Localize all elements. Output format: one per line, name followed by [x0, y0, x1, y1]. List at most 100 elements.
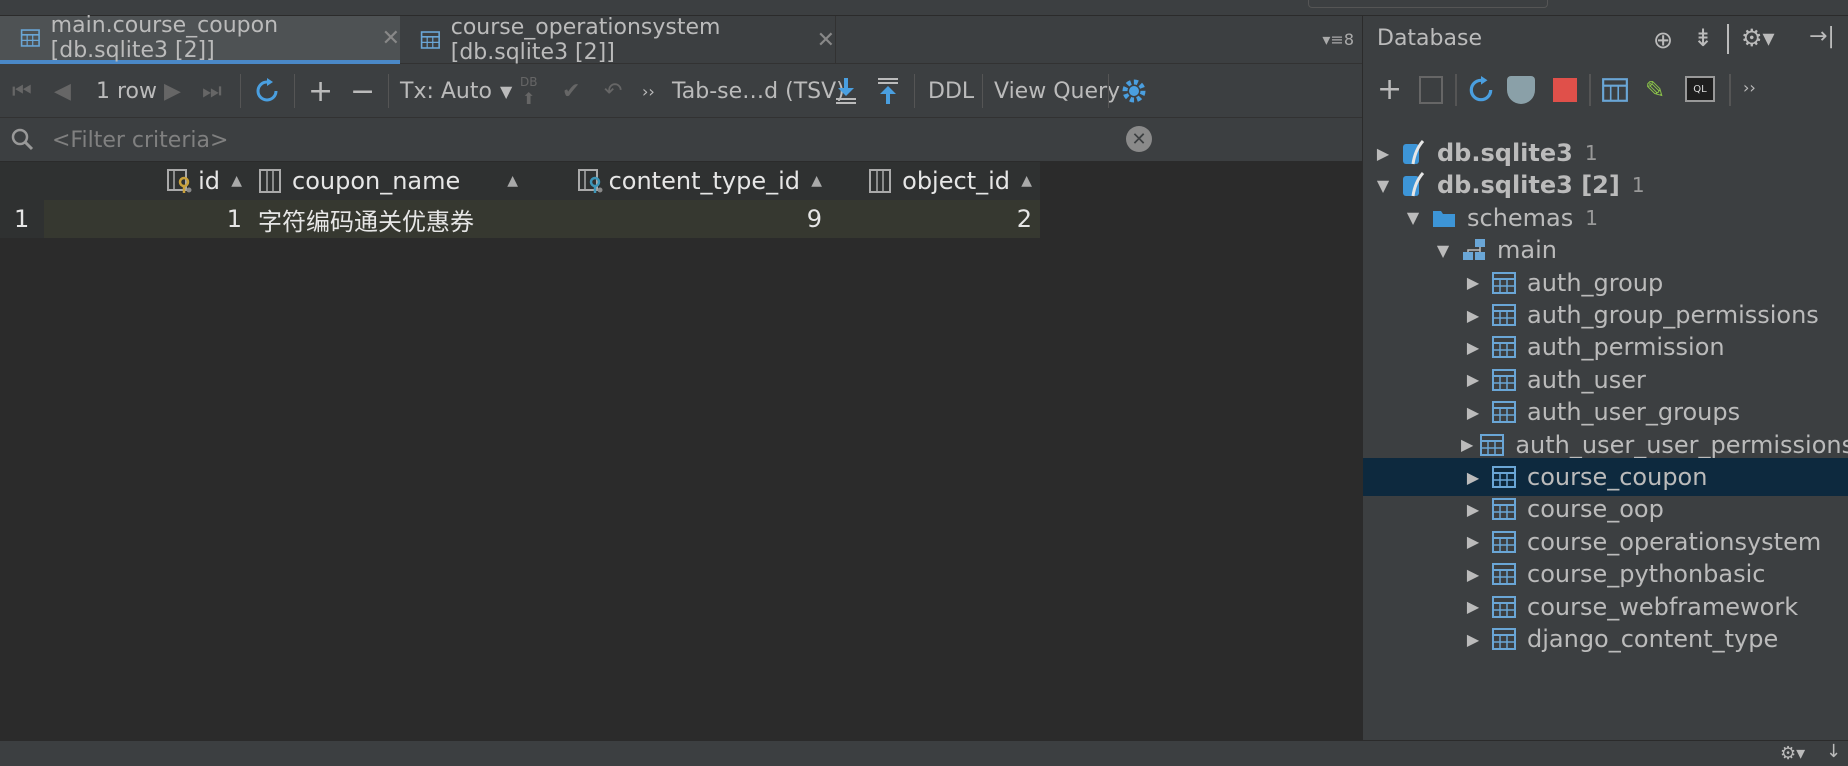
filter-criteria-input[interactable] — [52, 118, 1252, 162]
table-icon — [20, 29, 40, 47]
column-header-content-type-id[interactable]: content_type_id ▲ — [526, 162, 830, 200]
console-icon[interactable]: QL — [1685, 76, 1715, 102]
refresh-button[interactable] — [1467, 76, 1495, 110]
stop-icon[interactable] — [1553, 78, 1577, 102]
column-header-coupon-name[interactable]: coupon_name ▲ — [250, 162, 526, 200]
table-icon — [1492, 466, 1516, 488]
last-page-icon[interactable]: ⏭ — [202, 64, 222, 118]
ddl-button[interactable]: DDL — [928, 64, 974, 118]
header-separator — [1727, 24, 1729, 54]
settings-button[interactable] — [1120, 64, 1148, 118]
row-count-label[interactable]: 1 row — [96, 64, 157, 118]
chevron-down-icon[interactable]: ▼ — [1401, 208, 1425, 227]
chevron-right-icon[interactable]: ▶ — [1371, 144, 1395, 163]
chevron-right-icon[interactable]: ▶ — [1461, 597, 1485, 616]
first-page-icon[interactable]: ⏮ — [12, 64, 32, 118]
chevron-right-icon[interactable]: ▶ — [1461, 630, 1485, 649]
more-icon[interactable]: ›› — [1743, 78, 1756, 97]
chevron-down-icon[interactable]: ▼ — [1371, 176, 1395, 195]
column-icon — [869, 169, 892, 193]
table-row[interactable]: 1 1 字符编码通关优惠券 9 2 — [0, 200, 1222, 238]
table-icon — [1492, 336, 1516, 359]
view-query-button[interactable]: View Query — [994, 64, 1120, 118]
toolbar-separator — [294, 74, 295, 108]
reload-button[interactable] — [254, 64, 280, 118]
schema-sync-icon[interactable] — [1507, 76, 1535, 104]
delete-row-button[interactable]: − — [350, 64, 375, 118]
refresh-icon — [1469, 76, 1493, 102]
locate-icon[interactable]: ⊕ — [1653, 26, 1673, 54]
chevron-right-icon[interactable]: ▶ — [1461, 338, 1485, 357]
cell-coupon-name[interactable]: 字符编码通关优惠券 — [250, 200, 526, 238]
download-icon — [836, 78, 856, 104]
column-header-object-id[interactable]: object_id ▲ — [830, 162, 1040, 200]
primary-key-column-icon — [167, 169, 192, 193]
tab-overflow-button[interactable]: ▾≡8 — [1322, 30, 1354, 49]
tree-node-label: auth_group_permissions — [1527, 301, 1819, 329]
upload-icon — [878, 78, 898, 104]
tab-course-coupon[interactable]: main.course_coupon [db.sqlite3 [2]] ✕ — [0, 13, 400, 64]
table-icon — [1492, 498, 1516, 521]
chevron-down-icon[interactable]: ▼ — [1431, 241, 1455, 260]
cell-content-type-id[interactable]: 9 — [526, 200, 830, 238]
cell-object-id[interactable]: 2 — [830, 200, 1040, 238]
chevron-right-icon[interactable]: ▶ — [1461, 403, 1485, 422]
next-page-icon[interactable]: ▶ — [164, 64, 181, 118]
panel-title: Database — [1377, 26, 1482, 51]
tab-course-operationsystem[interactable]: course_operationsystem [db.sqlite3 [2]] … — [400, 15, 836, 65]
foreign-key-column-icon — [577, 169, 603, 193]
submit-changes-button[interactable]: DB ⬆ — [520, 64, 537, 118]
add-row-button[interactable]: + — [308, 64, 333, 118]
commit-icon[interactable]: ✔ — [562, 64, 580, 118]
table-icon — [1492, 530, 1516, 553]
chevron-right-icon[interactable]: ▶ — [1461, 565, 1485, 584]
tree-node-label: course_oop — [1527, 495, 1664, 524]
table-icon — [420, 31, 440, 49]
table-view-button[interactable] — [1601, 76, 1629, 110]
import-button[interactable] — [874, 64, 902, 118]
more-icon[interactable]: ›› — [642, 64, 655, 118]
gear-icon[interactable]: ⚙▾ — [1780, 743, 1805, 764]
rollback-icon[interactable]: ↶ — [604, 64, 622, 118]
chevron-right-icon[interactable]: ▶ — [1461, 435, 1473, 454]
tab-label: main.course_coupon [db.sqlite3 [2]] — [50, 13, 279, 63]
sort-icon[interactable]: ▲ — [507, 173, 518, 189]
gear-icon[interactable]: ⚙▾ — [1741, 24, 1775, 52]
chevron-right-icon[interactable]: ▶ — [1461, 306, 1485, 325]
tree-node-label: auth_user — [1527, 365, 1646, 394]
tree-node-django-content-type[interactable]: ▶ django_content_type — [1363, 620, 1848, 658]
column-name: coupon_name — [292, 167, 461, 195]
chevron-right-icon[interactable]: ▶ — [1461, 273, 1485, 292]
search-icon — [11, 128, 34, 151]
tree-node-count: 1 — [1631, 173, 1645, 198]
chevron-right-icon[interactable]: ▶ — [1461, 468, 1485, 487]
chevron-right-icon[interactable]: ▶ — [1461, 500, 1485, 519]
chevron-right-icon[interactable]: ▶ — [1461, 370, 1485, 389]
clear-filter-icon[interactable]: ✕ — [1126, 126, 1152, 152]
chevron-right-icon[interactable]: ▶ — [1461, 532, 1485, 551]
edit-icon[interactable]: ✎ — [1645, 76, 1665, 104]
sort-icon[interactable]: ▲ — [1021, 173, 1032, 189]
tx-mode-dropdown[interactable]: Tx: Auto ▼ — [400, 64, 512, 118]
sort-icon[interactable]: ▲ — [231, 173, 242, 189]
cell-id[interactable]: 1 — [44, 200, 250, 238]
copy-icon[interactable] — [1419, 76, 1443, 104]
sort-icon[interactable]: ▲ — [811, 173, 822, 189]
chevron-down-icon: ▼ — [499, 81, 513, 101]
close-icon[interactable]: ✕ — [817, 28, 835, 53]
arrow-down-icon[interactable]: ↓ — [1826, 741, 1841, 762]
previous-page-icon[interactable]: ◀ — [54, 64, 71, 118]
drag-handle[interactable] — [1308, 0, 1548, 8]
export-button[interactable] — [832, 64, 860, 118]
extractor-dropdown[interactable]: Tab-se…d (TSV) — [672, 64, 845, 118]
toolbar-separator — [1589, 74, 1591, 106]
hide-panel-icon[interactable]: →| — [1809, 24, 1835, 49]
add-datasource-button[interactable]: + — [1377, 72, 1402, 107]
collapse-all-icon[interactable]: ⇟ — [1693, 24, 1713, 52]
tree-node-count: 1 — [1584, 141, 1598, 165]
toolbar-separator — [1108, 74, 1109, 108]
database-toolbar: + ✎ QL ›› — [1363, 64, 1848, 118]
tree-node-label: auth_permission — [1527, 333, 1725, 362]
column-header-id[interactable]: id ▲ — [44, 162, 250, 200]
close-icon[interactable]: ✕ — [382, 26, 400, 51]
